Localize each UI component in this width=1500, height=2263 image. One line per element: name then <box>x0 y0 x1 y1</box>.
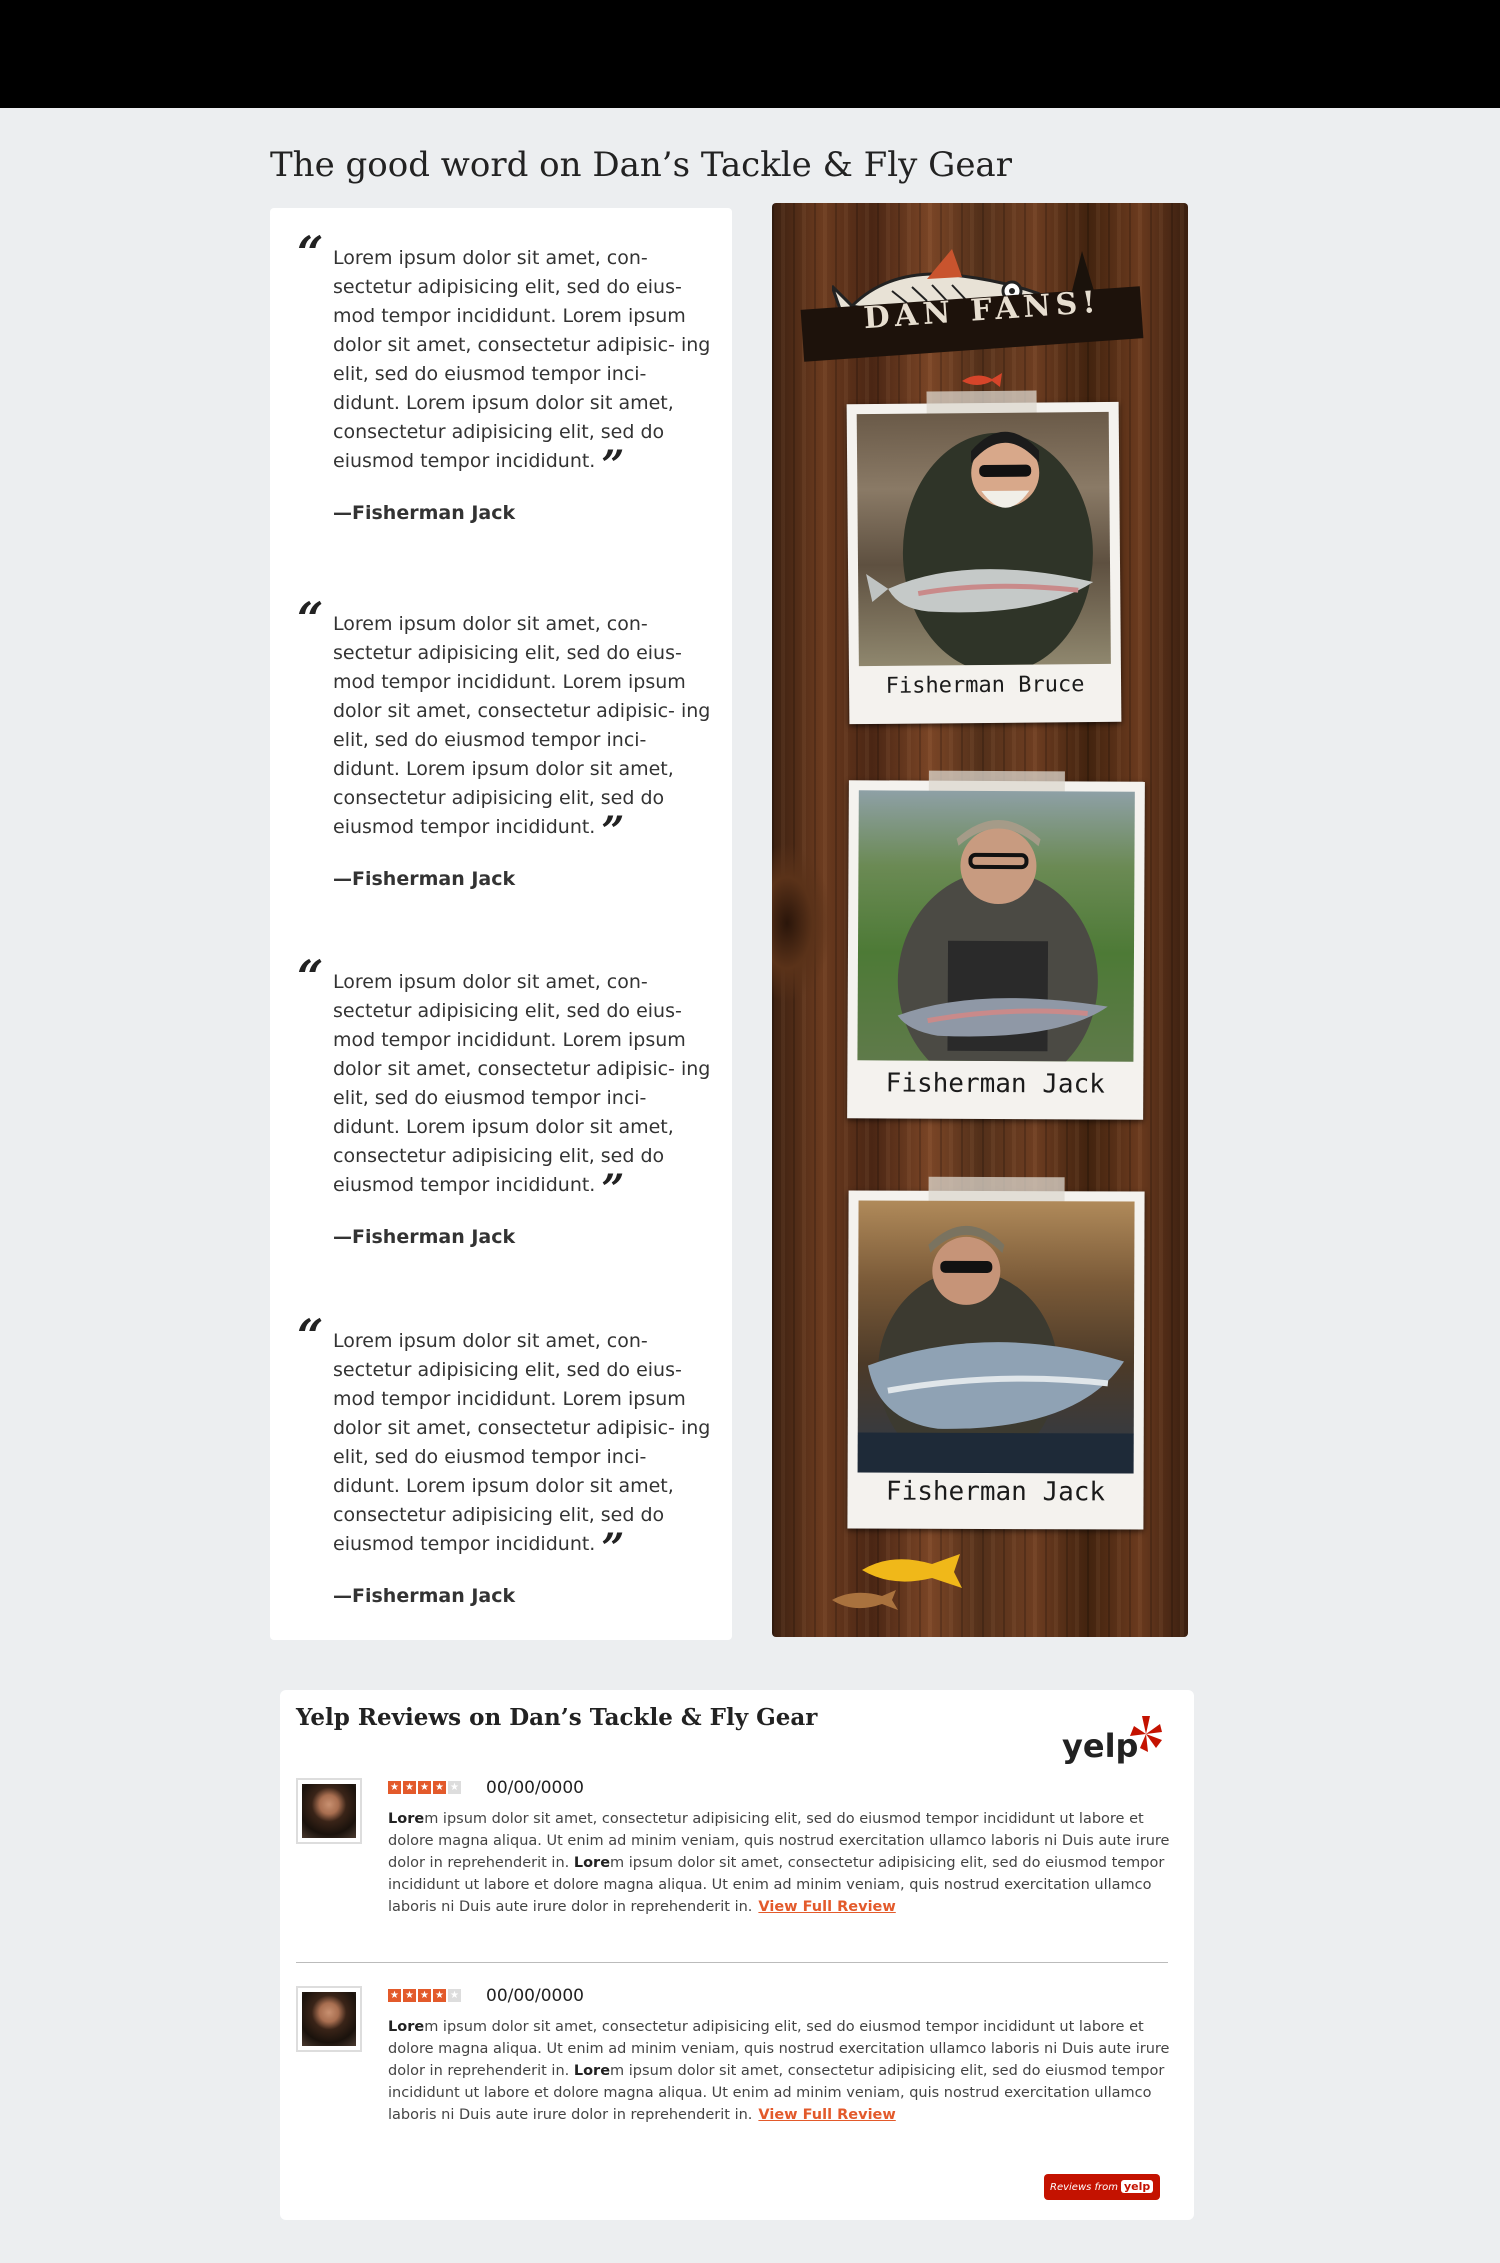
testimonial-author: —Fisherman Jack <box>333 502 516 524</box>
fan-photo <box>857 1200 1135 1474</box>
reviewer-avatar[interactable] <box>296 1778 362 1844</box>
close-quote-icon: ” <box>601 442 625 489</box>
testimonial-text: Lorem ipsum dolor sit amet, con- sectetu… <box>333 1330 711 1572</box>
testimonial-author: —Fisherman Jack <box>333 1585 516 1607</box>
star-icon: ★ <box>418 1989 431 2002</box>
review-divider <box>296 1962 1168 1963</box>
dan-fans-logo: DAN FANS! <box>772 203 1188 387</box>
view-full-review-link[interactable]: View Full Review <box>758 1899 895 1915</box>
open-quote-icon: “ <box>297 592 324 646</box>
review-text: Lorem ipsum dolor sit amet, consectetur … <box>388 1811 1170 1915</box>
yelp-mini-logo: yelp <box>1121 2180 1154 2193</box>
yelp-reviews-panel: Yelp Reviews on Dan’s Tackle & Fly Gear … <box>280 1690 1194 2220</box>
open-quote-icon: “ <box>297 950 324 1004</box>
yelp-logo-icon[interactable]: yelp <box>1062 1712 1172 1772</box>
view-full-review-link[interactable]: View Full Review <box>758 2107 895 2123</box>
reviews-from-yelp-badge[interactable]: Reviews from yelp <box>1044 2174 1160 2200</box>
top-bar <box>0 0 1500 108</box>
review-date: 00/00/0000 <box>486 1778 584 1798</box>
star-icon: ★ <box>418 1781 431 1794</box>
review-text: Lorem ipsum dolor sit amet, consectetur … <box>388 2019 1170 2123</box>
star-icon: ★ <box>433 1989 446 2002</box>
page-title: The good word on Dan’s Tackle & Fly Gear <box>270 145 1012 185</box>
testimonials-panel: “ Lorem ipsum dolor sit amet, con- secte… <box>270 208 732 1640</box>
star-empty-icon: ★ <box>448 1781 461 1794</box>
dan-fans-panel: DAN FANS! Fisherman Bruce Fisherman Jack… <box>772 203 1188 1637</box>
review-date: 00/00/0000 <box>486 1986 584 2006</box>
testimonial-author: —Fisherman Jack <box>333 868 516 890</box>
fan-photo <box>856 411 1111 667</box>
testimonial-text: Lorem ipsum dolor sit amet, con- sectetu… <box>333 613 711 855</box>
testimonial-text: Lorem ipsum dolor sit amet, con- sectetu… <box>333 247 711 489</box>
close-quote-icon: ” <box>601 808 625 855</box>
star-icon: ★ <box>433 1781 446 1794</box>
yelp-reviews-title: Yelp Reviews on Dan’s Tackle & Fly Gear <box>296 1704 818 1731</box>
fan-photo-card: Fisherman Jack <box>847 770 1145 1120</box>
star-icon: ★ <box>388 1989 401 2002</box>
star-icon: ★ <box>388 1781 401 1794</box>
tape <box>928 1176 1065 1204</box>
fan-photo-caption: Fisherman Jack <box>885 1068 1105 1100</box>
star-empty-icon: ★ <box>448 1989 461 2002</box>
wood-knot <box>772 843 832 1003</box>
testimonial-text: Lorem ipsum dolor sit amet, con- sectetu… <box>333 971 711 1213</box>
testimonial-author: —Fisherman Jack <box>333 1226 516 1248</box>
svg-text:yelp: yelp <box>1062 1727 1138 1765</box>
fan-photo <box>857 790 1135 1062</box>
fan-photo-card: Fisherman Jack <box>847 1176 1145 1530</box>
star-icon: ★ <box>403 1989 416 2002</box>
star-icon: ★ <box>403 1781 416 1794</box>
open-quote-icon: “ <box>297 226 324 280</box>
close-quote-icon: ” <box>601 1525 625 1572</box>
reviewer-avatar[interactable] <box>296 1986 362 2052</box>
star-rating: ★ ★ ★ ★ ★ <box>388 1989 461 2002</box>
open-quote-icon: “ <box>297 1309 324 1363</box>
fan-photo-caption: Fisherman Jack <box>885 1476 1106 1508</box>
close-quote-icon: ” <box>601 1166 625 1213</box>
star-rating: ★ ★ ★ ★ ★ <box>388 1781 461 1794</box>
fan-photo-caption: Fisherman Bruce <box>885 672 1085 699</box>
fish-decoration-icon <box>832 1554 962 1610</box>
fan-photo-card: Fisherman Bruce <box>846 390 1122 725</box>
